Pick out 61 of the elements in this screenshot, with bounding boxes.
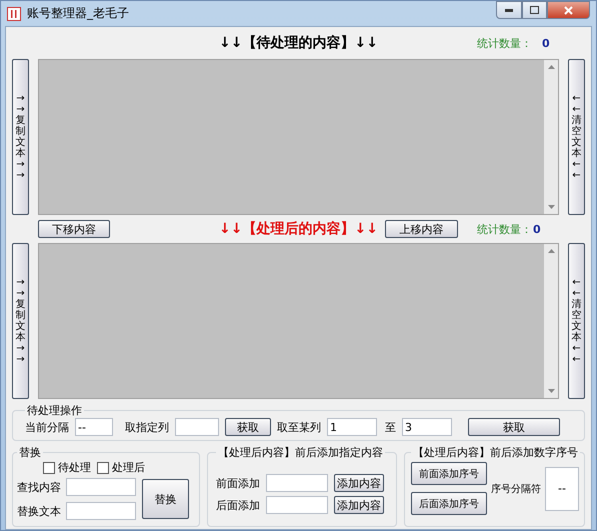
clear-text-button[interactable]: ←←清空文本←← xyxy=(568,59,585,215)
scrollbar[interactable] xyxy=(544,244,558,398)
move-down-button[interactable]: 下移内容 xyxy=(38,220,110,238)
replace-field[interactable] xyxy=(66,502,136,520)
group-title: 待处理操作 xyxy=(26,403,83,418)
get-button[interactable]: 获取 xyxy=(468,418,560,436)
maximize-icon xyxy=(530,6,539,14)
minimize-icon xyxy=(505,8,513,12)
scroll-down-icon[interactable] xyxy=(548,389,554,393)
replace-label: 替换文本 xyxy=(17,504,61,518)
column-field[interactable] xyxy=(175,418,219,436)
add-front-number-button[interactable]: 前面添加序号 xyxy=(411,462,487,485)
text-area[interactable] xyxy=(38,59,559,215)
move-up-button[interactable]: 上移内容 xyxy=(385,220,458,238)
checkbox[interactable] xyxy=(97,462,109,474)
find-field[interactable] xyxy=(66,478,136,496)
text-area[interactable] xyxy=(38,243,559,399)
range-to-field[interactable]: 3 xyxy=(402,418,452,436)
scroll-down-icon[interactable] xyxy=(548,205,554,209)
scroll-up-icon[interactable] xyxy=(548,249,554,253)
back-add-field[interactable] xyxy=(266,496,328,514)
count-value: 0 xyxy=(533,222,541,236)
column-label: 取指定列 xyxy=(125,420,169,434)
front-add-label: 前面添加 xyxy=(216,476,260,490)
maximize-button[interactable] xyxy=(522,1,547,19)
group-title: 替换 xyxy=(18,445,42,460)
range-label: 取至某列 xyxy=(277,420,321,434)
checkbox-label: 待处理 xyxy=(58,460,91,475)
count-value: 0 xyxy=(542,36,550,50)
add-back-number-button[interactable]: 后面添加序号 xyxy=(411,492,487,515)
clear-text-button[interactable]: ←←清空文本←← xyxy=(568,243,585,399)
app-icon xyxy=(7,6,21,20)
group-title: 【处理后内容】前后添加数字序号 xyxy=(412,445,579,460)
separator-field[interactable]: -- xyxy=(75,418,113,436)
checkbox-label: 处理后 xyxy=(112,460,145,475)
scrollbar[interactable] xyxy=(544,60,558,214)
get-button[interactable]: 获取 xyxy=(225,418,271,436)
scroll-up-icon[interactable] xyxy=(548,65,554,69)
number-separator-label: 序号分隔符 xyxy=(491,482,541,496)
add-content-button[interactable]: 添加内容 xyxy=(334,496,384,514)
copy-text-button[interactable]: →→复制文本→→ xyxy=(12,59,29,215)
checkbox[interactable] xyxy=(43,462,55,474)
copy-text-button[interactable]: →→复制文本→→ xyxy=(12,243,29,399)
to-label: 至 xyxy=(385,420,396,434)
source-heading: ↓↓【待处理的内容】↓↓ xyxy=(219,34,378,52)
add-content-button[interactable]: 添加内容 xyxy=(334,474,384,492)
close-button[interactable] xyxy=(547,1,590,19)
count-label: 统计数量： xyxy=(477,36,532,50)
find-label: 查找内容 xyxy=(17,480,61,494)
count-label: 统计数量： xyxy=(477,222,532,236)
number-separator-field[interactable]: -- xyxy=(545,466,579,510)
front-add-field[interactable] xyxy=(266,474,328,492)
range-from-field[interactable]: 1 xyxy=(327,418,377,436)
back-add-label: 后面添加 xyxy=(216,498,260,512)
window-title: 账号整理器_老毛子 xyxy=(27,5,130,22)
group-title: 【处理后内容】前后添加指定内容 xyxy=(217,445,384,460)
replace-button[interactable]: 替换 xyxy=(142,479,189,519)
close-icon xyxy=(564,6,573,14)
separator-label: 当前分隔 xyxy=(25,420,69,434)
minimize-button[interactable] xyxy=(496,1,522,19)
result-heading: ↓↓【处理后的内容】↓↓ xyxy=(219,220,378,238)
